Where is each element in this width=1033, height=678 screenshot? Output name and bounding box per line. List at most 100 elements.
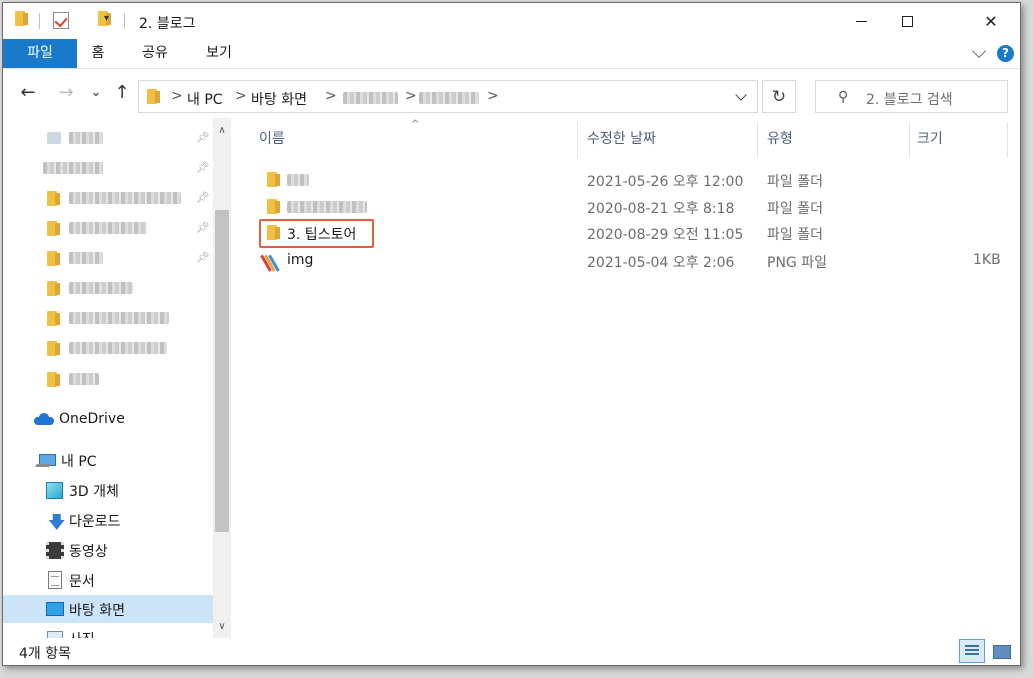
properties-check-icon[interactable] — [53, 12, 69, 29]
sidebar-item-label: 문서 — [69, 574, 95, 590]
close-button[interactable]: ✕ — [968, 3, 1014, 39]
sidebar-item-pictures[interactable]: 사진 — [3, 624, 213, 638]
column-divider[interactable] — [577, 122, 578, 158]
quick-access-item[interactable] — [3, 274, 213, 302]
column-divider[interactable] — [909, 122, 910, 158]
blurred-breadcrumb[interactable] — [343, 92, 398, 104]
help-icon[interactable]: ? — [997, 45, 1014, 62]
quick-access-item[interactable]: 📌︎ — [3, 154, 213, 182]
sidebar-item-this-pc[interactable]: 내 PC — [3, 446, 213, 474]
film-strip-icon — [46, 542, 64, 559]
breadcrumb-this-pc[interactable]: 내 PC — [187, 89, 223, 109]
explorer-window: ▾ 2. 블로그 ✕ 파일 홈 공유 보기 ? ← → ⌄ ↑ > 내 PC >… — [2, 2, 1021, 666]
maximize-button[interactable] — [884, 3, 930, 39]
quick-access-item[interactable] — [3, 365, 213, 393]
column-divider[interactable] — [1007, 122, 1008, 158]
sidebar-item-label: OneDrive — [59, 411, 125, 427]
breadcrumb-desktop[interactable]: 바탕 화면 — [251, 89, 307, 109]
file-name: 3. 팁스토어 — [287, 227, 357, 243]
sidebar-item-downloads[interactable]: 🡇 다운로드 — [3, 506, 213, 534]
file-row[interactable]: img 2021-05-04 오후 2:06 PNG 파일 1KB — [235, 247, 1020, 274]
sidebar-item-label: 3D 개체 — [69, 484, 119, 500]
ribbon-expand-chevron-icon[interactable] — [971, 43, 987, 59]
blurred-label — [69, 222, 147, 234]
search-placeholder: 2. 블로그 검색 — [866, 92, 953, 108]
up-button[interactable]: ↑ — [109, 70, 135, 114]
file-type: 파일 폴더 — [767, 174, 823, 190]
divider — [124, 13, 125, 29]
large-icons-view-icon[interactable] — [989, 640, 1013, 662]
file-date: 2021-05-26 오후 12:00 — [587, 174, 744, 190]
sidebar-scrollbar[interactable]: ∧ ∨ — [213, 118, 231, 638]
folder-icon — [267, 225, 280, 240]
column-header-size[interactable]: 크기 — [917, 118, 1005, 158]
address-dropdown-icon[interactable] — [735, 89, 747, 101]
details-view-icon[interactable] — [959, 639, 985, 663]
sidebar-item-label: 사진 — [69, 629, 95, 638]
folder-icon — [47, 372, 60, 387]
file-date: 2021-05-04 오후 2:06 — [587, 255, 735, 271]
column-header-type[interactable]: 유형 — [767, 118, 907, 158]
quick-access-item[interactable] — [3, 334, 213, 362]
quick-access-dropdown-icon[interactable]: ▾ — [104, 13, 109, 24]
folder-icon — [267, 172, 280, 187]
refresh-icon: ↻ — [771, 86, 787, 107]
scroll-down-arrow-icon[interactable]: ∨ — [213, 618, 231, 636]
breadcrumb-separator: > — [171, 88, 183, 104]
search-input[interactable]: ⚲ 2. 블로그 검색 — [815, 80, 1008, 113]
blurred-breadcrumb[interactable] — [419, 92, 479, 104]
tab-view[interactable]: 보기 — [199, 39, 239, 68]
blurred-icon — [47, 132, 61, 144]
quick-access-item[interactable] — [3, 304, 213, 332]
column-header-date[interactable]: 수정한 날짜 — [587, 118, 757, 158]
pin-icon: 📌︎ — [196, 191, 210, 204]
quick-access-item[interactable]: 📌︎ — [3, 244, 213, 272]
sidebar-item-label: 다운로드 — [69, 514, 121, 530]
file-row[interactable]: 3. 팁스토어 2020-08-29 오전 11:05 파일 폴더 — [235, 219, 1020, 248]
navigation-bar: ← → ⌄ ↑ > 내 PC > 바탕 화면 > > > ↻ ⚲ 2. 블로그 … — [3, 70, 1020, 114]
file-type: 파일 폴더 — [767, 227, 823, 243]
download-arrow-icon: 🡇 — [48, 513, 66, 533]
recent-locations-button[interactable]: ⌄ — [83, 70, 109, 114]
quick-access-item[interactable]: 📌︎ — [3, 214, 213, 242]
column-header-name[interactable]: 이름 — [259, 118, 577, 158]
window-title: 2. 블로그 — [139, 16, 196, 32]
file-list: ^ 이름 수정한 날짜 유형 크기 2021-05-26 오후 12:00 파일… — [235, 118, 1020, 638]
back-button[interactable]: ← — [15, 70, 41, 114]
folder-icon — [47, 281, 60, 296]
desktop-icon — [46, 602, 64, 616]
item-count: 4개 항목 — [19, 646, 71, 662]
forward-button[interactable]: → — [53, 70, 79, 114]
quick-access-item[interactable]: 📌︎ — [3, 124, 213, 152]
3d-objects-icon — [46, 482, 63, 499]
column-divider[interactable] — [757, 122, 758, 158]
breadcrumb-separator: > — [487, 88, 499, 104]
sidebar-item-desktop[interactable]: 바탕 화면 — [3, 595, 213, 623]
png-image-icon — [260, 251, 285, 272]
tab-share[interactable]: 공유 — [135, 39, 175, 68]
folder-icon — [47, 191, 60, 206]
file-row[interactable]: 2020-08-21 오후 8:18 파일 폴더 — [235, 193, 1020, 220]
breadcrumb-separator: > — [325, 88, 337, 104]
status-bar: 4개 항목 — [3, 638, 1020, 665]
search-icon: ⚲ — [838, 89, 849, 105]
refresh-button[interactable]: ↻ — [762, 80, 796, 113]
tab-home[interactable]: 홈 — [83, 39, 113, 68]
scroll-thumb[interactable] — [215, 210, 229, 532]
sidebar-item-documents[interactable]: 문서 — [3, 566, 213, 594]
navigation-pane: 📌︎ 📌︎ 📌︎ 📌︎ 📌︎ OneDrive 내 PC 3D 개체 🡇 다운로… — [3, 118, 231, 638]
scroll-up-arrow-icon[interactable]: ∧ — [213, 122, 231, 140]
blurred-label — [43, 162, 103, 174]
sidebar-item-videos[interactable]: 동영상 — [3, 536, 213, 564]
address-bar[interactable]: > 내 PC > 바탕 화면 > > > — [138, 80, 758, 113]
tab-file[interactable]: 파일 — [3, 39, 77, 68]
close-icon: ✕ — [984, 11, 998, 31]
file-name: img — [287, 252, 314, 268]
sidebar-item-onedrive[interactable]: OneDrive — [3, 406, 213, 434]
quick-access-item[interactable]: 📌︎ — [3, 184, 213, 212]
blurred-label — [69, 252, 103, 264]
folder-icon — [147, 89, 160, 104]
sidebar-item-3d-objects[interactable]: 3D 개체 — [3, 476, 213, 504]
minimize-button[interactable] — [838, 3, 884, 39]
file-row[interactable]: 2021-05-26 오후 12:00 파일 폴더 — [235, 166, 1020, 193]
